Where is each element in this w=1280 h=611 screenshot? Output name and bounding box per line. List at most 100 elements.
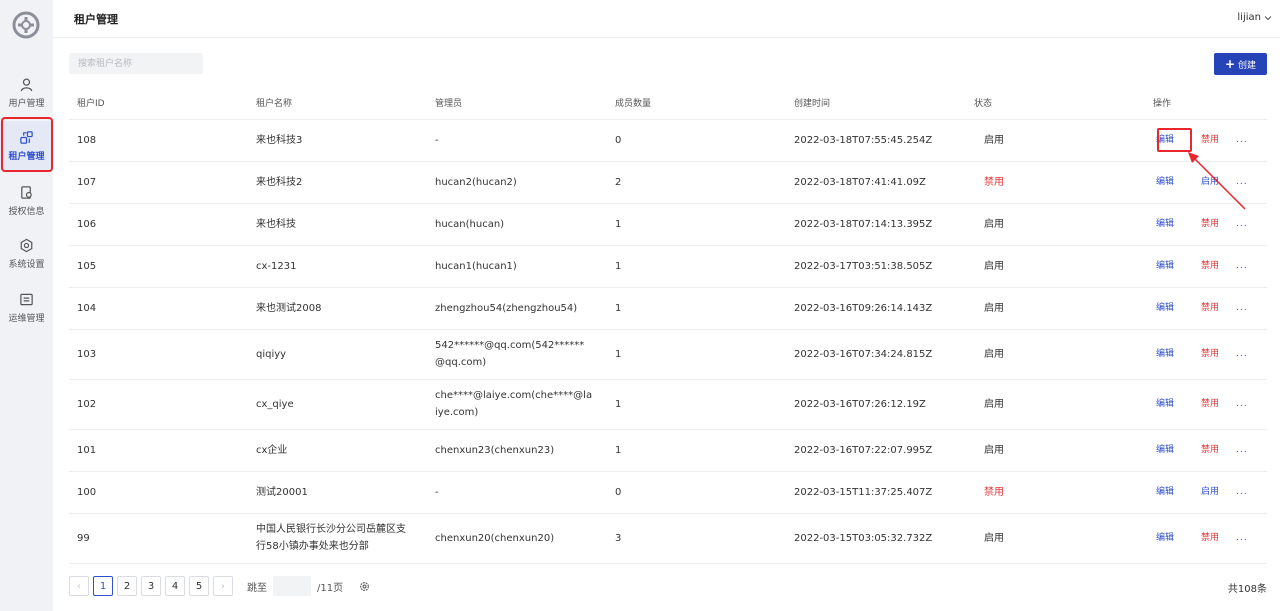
page-button-1[interactable]: 1	[93, 576, 113, 596]
settings-icon	[20, 238, 33, 253]
more-actions-button[interactable]: ...	[1236, 396, 1248, 413]
cell-created: 2022-03-15T11:37:25.407Z	[786, 471, 966, 514]
page-jump-input[interactable]	[273, 576, 311, 596]
search-input[interactable]	[69, 53, 203, 74]
cell-admin: 542******@qq.com(542******@qq.com)	[427, 329, 607, 380]
more-actions-button[interactable]: ...	[1236, 132, 1248, 149]
more-actions-button[interactable]: ...	[1236, 258, 1248, 275]
cell-status: 启用	[966, 119, 1145, 162]
table-row: 104 来也测试2008 zhengzhou54(zhengzhou54) 1 2022…	[69, 287, 1267, 330]
more-actions-button[interactable]: ...	[1236, 484, 1248, 501]
table-row: 101 cx企业 chenxun23(chenxun23) 1 2022-03-16T0…	[69, 429, 1267, 472]
column-header-members[interactable]: 成员数量	[607, 87, 786, 120]
page-button-5[interactable]: 5	[189, 576, 209, 596]
cell-status: 启用	[966, 379, 1145, 430]
status-badge: 启用	[984, 444, 1004, 456]
status-badge: 启用	[984, 398, 1004, 410]
cell-created: 2022-03-16T07:26:12.19Z	[786, 379, 966, 430]
edit-button[interactable]: 编辑	[1156, 346, 1201, 363]
app-logo-icon[interactable]	[12, 11, 40, 39]
cell-admin: -	[427, 119, 607, 162]
edit-button[interactable]: 编辑	[1156, 216, 1201, 233]
cell-admin: hucan(hucan)	[427, 203, 607, 246]
topbar: 租户管理 lijian	[53, 0, 1280, 38]
sidebar-item-label: 授权信息	[8, 207, 45, 217]
cell-tenant-id: 105	[69, 245, 248, 288]
pagination: ‹ 1 2 3 4 5 › 跳至 /11页	[69, 576, 370, 596]
toggle-status-button[interactable]: 禁用	[1201, 346, 1236, 363]
page-total: /11页	[317, 582, 344, 594]
status-badge: 启用	[984, 218, 1004, 230]
cell-admin: -	[427, 471, 607, 514]
cell-actions: 编辑 禁用...	[1145, 329, 1267, 380]
cell-status: 禁用	[966, 471, 1145, 514]
column-header-actions: 操作	[1145, 87, 1267, 120]
cell-tenant-name: 中国人民银行长沙分公司岳麓区支行58小镇办事处来也分部	[248, 513, 427, 564]
toggle-status-button[interactable]: 禁用	[1201, 216, 1236, 233]
cell-members: 0	[607, 471, 786, 514]
page-button-3[interactable]: 3	[141, 576, 161, 596]
edit-button[interactable]: 编辑	[1156, 484, 1201, 501]
column-header-tenant-name[interactable]: 租户名称	[248, 87, 427, 120]
cell-admin: chenxun20(chenxun20)	[427, 513, 607, 564]
toggle-status-button[interactable]: 禁用	[1201, 396, 1236, 413]
table-row: 103 qiqiyy 542******@qq.com(542******@qq.c…	[69, 329, 1267, 380]
table-row: 106 来也科技 hucan(hucan) 1 2022-03-18T07:14:13.…	[69, 203, 1267, 246]
cell-tenant-name: cx企业	[248, 429, 427, 472]
cell-status: 启用	[966, 203, 1145, 246]
sidebar-item-label: 用户管理	[8, 99, 45, 109]
column-header-status[interactable]: 状态	[966, 87, 1145, 120]
toggle-status-button[interactable]: 禁用	[1201, 132, 1236, 149]
toggle-status-button[interactable]: 禁用	[1201, 258, 1236, 275]
cell-actions: 编辑 禁用...	[1145, 245, 1267, 288]
gear-icon[interactable]	[359, 581, 370, 592]
cell-members: 0	[607, 119, 786, 162]
create-button[interactable]: + 创建	[1214, 53, 1267, 75]
cell-created: 2022-03-18T07:55:45.254Z	[786, 119, 966, 162]
table-row: 108 来也科技3-0 2022-03-18T07:55:45.254Z 启用 编辑 禁用…	[69, 119, 1267, 162]
column-header-admin[interactable]: 管理员	[427, 87, 607, 120]
page-button-2[interactable]: 2	[117, 576, 137, 596]
column-header-tenant-id[interactable]: 租户ID	[69, 87, 248, 120]
sidebar-item-user-management[interactable]: 用户管理	[0, 68, 53, 118]
table-header-row: 租户ID 租户名称 管理员 成员数量 创建时间 状态 操作	[69, 87, 1267, 120]
toggle-status-button[interactable]: 禁用	[1201, 530, 1236, 547]
cell-members: 1	[607, 287, 786, 330]
cell-status: 启用	[966, 245, 1145, 288]
cell-admin: hucan1(hucan1)	[427, 245, 607, 288]
cell-actions: 编辑 启用...	[1145, 471, 1267, 514]
cell-created: 2022-03-16T07:22:07.995Z	[786, 429, 966, 472]
user-menu[interactable]: lijian	[1237, 12, 1272, 23]
next-page-button[interactable]: ›	[213, 576, 233, 596]
status-badge: 启用	[984, 134, 1004, 146]
edit-button[interactable]: 编辑	[1156, 442, 1201, 459]
cell-created: 2022-03-16T09:26:14.143Z	[786, 287, 966, 330]
column-header-created[interactable]: 创建时间	[786, 87, 966, 120]
edit-button[interactable]: 编辑	[1156, 300, 1201, 317]
toggle-status-button[interactable]: 禁用	[1201, 442, 1236, 459]
status-badge: 启用	[984, 260, 1004, 272]
page-button-4[interactable]: 4	[165, 576, 185, 596]
edit-button[interactable]: 编辑	[1156, 258, 1201, 275]
cell-tenant-name: 来也测试2008	[248, 287, 427, 330]
cell-tenant-name: cx-1231	[248, 245, 427, 288]
sidebar-item-system-settings[interactable]: 系统设置	[0, 229, 53, 279]
more-actions-button[interactable]: ...	[1236, 346, 1248, 363]
edit-button[interactable]: 编辑	[1156, 396, 1201, 413]
plus-icon: +	[1224, 57, 1236, 71]
annotation-arrow-icon	[1188, 152, 1246, 210]
cell-tenant-name: 来也科技3	[248, 119, 427, 162]
prev-page-button[interactable]: ‹	[69, 576, 89, 596]
edit-button[interactable]: 编辑	[1156, 530, 1201, 547]
sidebar: 用户管理 租户管理 授权信息 系统设置 运维管理	[0, 0, 53, 611]
more-actions-button[interactable]: ...	[1236, 530, 1248, 547]
more-actions-button[interactable]: ...	[1236, 442, 1248, 459]
more-actions-button[interactable]: ...	[1236, 216, 1248, 233]
toggle-status-button[interactable]: 禁用	[1201, 300, 1236, 317]
cell-tenant-id: 101	[69, 429, 248, 472]
annotation-highlight-box	[1157, 128, 1192, 152]
sidebar-item-license[interactable]: 授权信息	[0, 176, 53, 226]
more-actions-button[interactable]: ...	[1236, 300, 1248, 317]
sidebar-item-ops-management[interactable]: 运维管理	[0, 283, 53, 333]
toggle-status-button[interactable]: 启用	[1201, 484, 1236, 501]
